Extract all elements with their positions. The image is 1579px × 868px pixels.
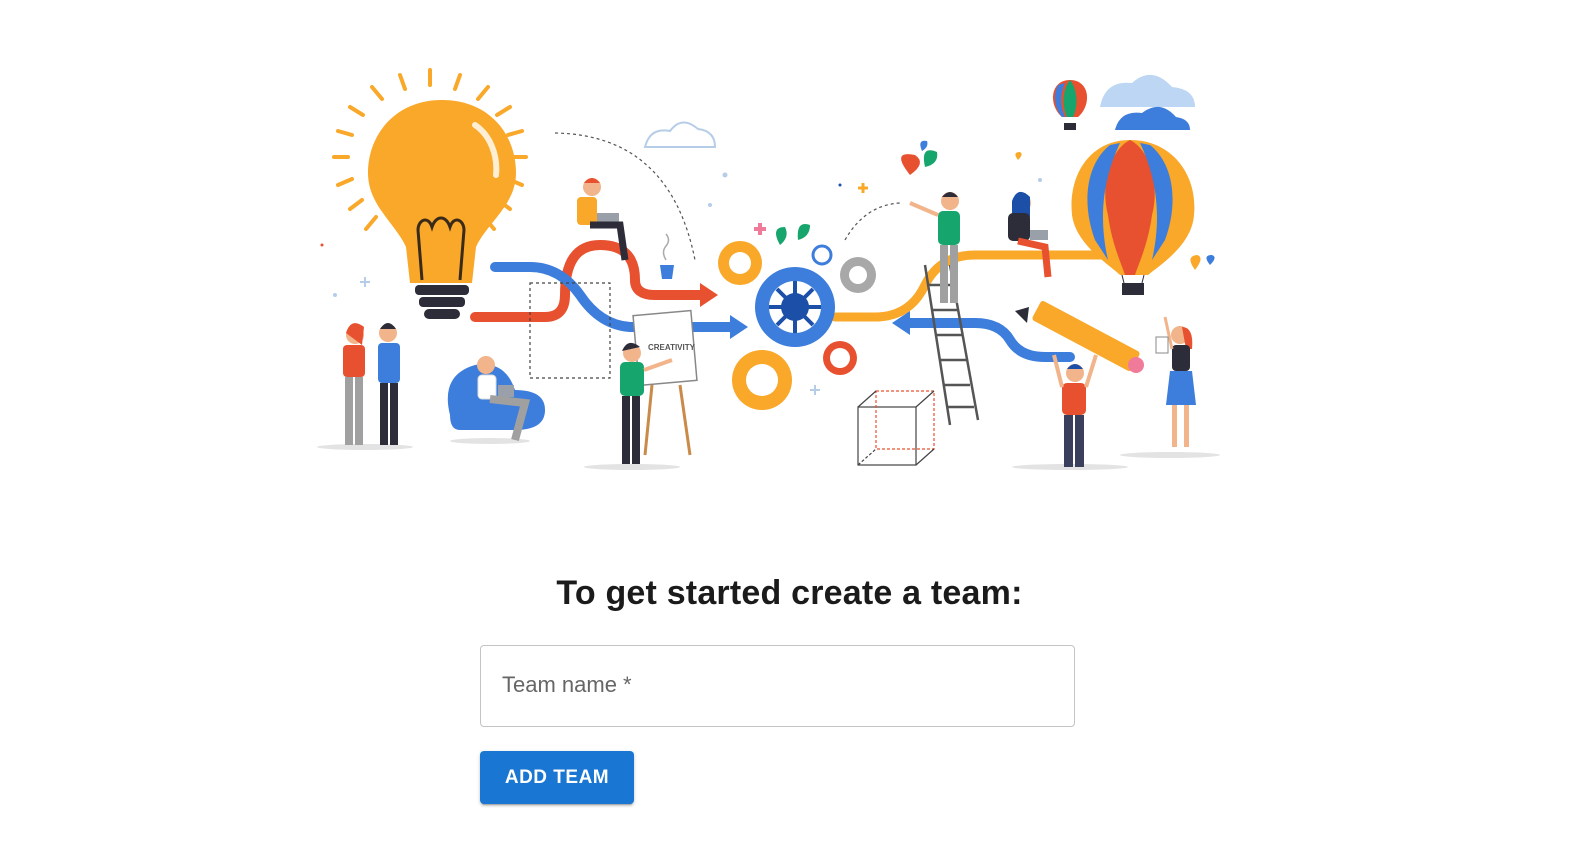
easel-board-text: CREATIVITY — [648, 343, 696, 352]
add-team-button[interactable]: ADD TEAM — [480, 751, 634, 804]
team-name-input[interactable] — [481, 646, 1074, 726]
page: CREATIVITY To get started create a team:… — [0, 0, 1579, 868]
page-title: To get started create a team: — [556, 574, 1023, 612]
hero-illustration: CREATIVITY — [317, 68, 1220, 470]
team-name-field[interactable]: Team name * — [480, 645, 1075, 727]
